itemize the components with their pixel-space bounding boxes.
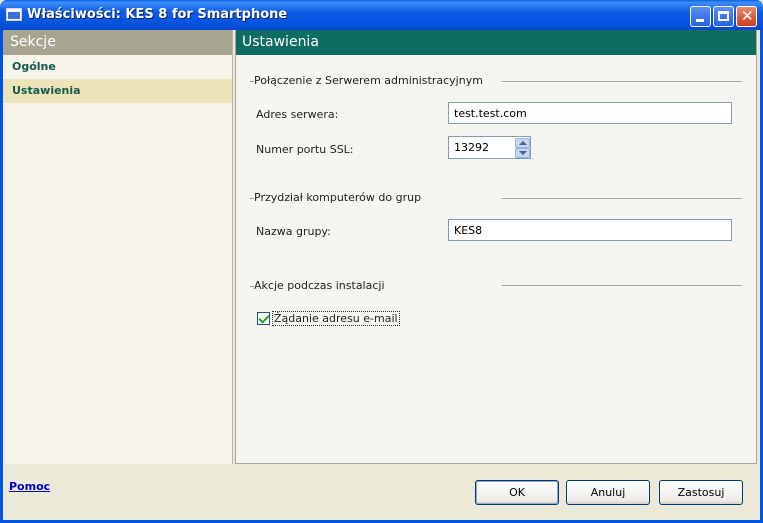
window-title: Właściwości: KES 8 for Smartphone — [27, 7, 288, 22]
cancel-button[interactable]: Anuluj — [566, 480, 650, 505]
server-address-label: Adres serwera: — [256, 108, 339, 121]
group-name-label: Nazwa grupy: — [256, 225, 331, 238]
group-title-server-connection: Połączenie z Serwerem administracyjnym — [250, 74, 483, 87]
minimize-icon — [696, 19, 704, 22]
group-name-input[interactable] — [448, 219, 732, 241]
group-divider — [501, 285, 742, 286]
ssl-port-input[interactable] — [449, 137, 513, 158]
spin-down-icon[interactable] — [515, 148, 530, 158]
group-title-install-actions: Akcje podczas instalacji — [250, 279, 385, 292]
window-app-icon — [6, 8, 22, 21]
title-bar[interactable]: Właściwości: KES 8 for Smartphone ✕ — [0, 0, 763, 30]
request-email-label[interactable]: Żądanie adresu e-mail — [272, 311, 400, 326]
server-address-input[interactable] — [448, 102, 732, 124]
properties-window: Właściwości: KES 8 for Smartphone ✕ Sekc… — [0, 0, 763, 523]
ssl-port-stepper[interactable] — [448, 136, 531, 159]
close-icon: ✕ — [741, 7, 754, 25]
section-item-settings[interactable]: Ustawienia — [3, 79, 232, 103]
group-divider — [501, 198, 742, 199]
section-item-general[interactable]: Ogólne — [3, 55, 232, 79]
settings-header: Ustawienia — [236, 30, 756, 55]
settings-panel: Ustawienia Połączenie z Serwerem adminis… — [235, 30, 757, 464]
maximize-icon — [718, 11, 729, 21]
group-divider — [501, 81, 742, 82]
ssl-port-label: Numer portu SSL: — [256, 143, 354, 156]
minimize-button[interactable] — [690, 6, 711, 27]
close-button[interactable]: ✕ — [736, 6, 757, 27]
group-title-group-assignment: Przydział komputerów do grup — [249, 191, 422, 204]
ok-button[interactable]: OK — [475, 480, 559, 505]
request-email-checkbox[interactable] — [257, 312, 270, 325]
sections-panel: Sekcje Ogólne Ustawienia — [3, 30, 233, 464]
apply-button[interactable]: Zastosuj — [659, 480, 743, 505]
help-link[interactable]: Pomoc — [9, 480, 50, 493]
dialog-client-area: Sekcje Ogólne Ustawienia Ustawienia Połą… — [3, 30, 760, 520]
sections-header: Sekcje — [3, 30, 232, 55]
spin-up-icon[interactable] — [515, 138, 530, 148]
maximize-button[interactable] — [713, 6, 734, 27]
